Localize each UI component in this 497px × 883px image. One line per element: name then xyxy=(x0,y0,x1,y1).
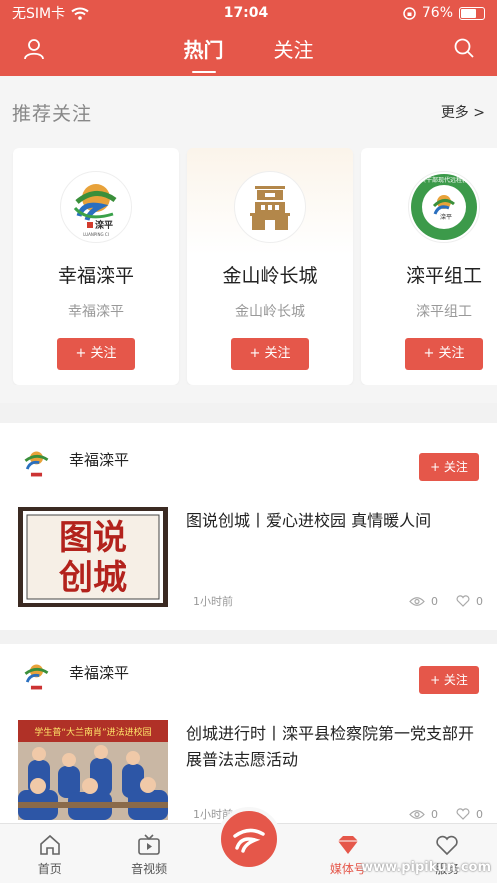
article-thumbnail: 图说 创城 xyxy=(18,507,168,607)
more-link[interactable]: 更多 > xyxy=(441,102,485,122)
like-count: 0 xyxy=(476,807,483,821)
heart-icon xyxy=(456,595,470,607)
author-name: 幸福滦平 xyxy=(69,451,130,469)
logo-text: 滦平 xyxy=(95,219,113,231)
thumb-text-2: 创城 xyxy=(58,558,127,598)
feed-item[interactable]: 幸福滦平 + 关注 图说 创城 图说创城丨爱心进校园 真情暖人间 1小时前 0 … xyxy=(0,423,497,630)
follow-button[interactable]: + 关注 xyxy=(419,666,479,694)
great-wall-logo xyxy=(234,171,306,243)
feed-author[interactable]: 幸福滦平 xyxy=(18,445,129,482)
logo-text: 滦平 xyxy=(440,213,452,221)
follow-button[interactable]: + 关注 xyxy=(57,338,135,370)
tab-label: 首页 xyxy=(37,862,62,876)
like-stat[interactable]: 0 xyxy=(456,808,483,821)
tab-label: 音视频 xyxy=(131,862,168,876)
eye-icon xyxy=(409,809,425,819)
status-bar: 无SIM卡 17:04 76% xyxy=(0,0,497,26)
recommend-title: 推荐关注 xyxy=(12,102,93,125)
card-subtitle: 金山岭长城 xyxy=(235,304,305,320)
follow-button[interactable]: + 关注 xyxy=(419,453,479,481)
carrier-label: 无SIM卡 xyxy=(12,6,66,22)
follow-button[interactable]: + 关注 xyxy=(231,338,309,370)
tab-home[interactable]: 首页 xyxy=(0,824,99,883)
recommend-card[interactable]: 党员干部现代远程教育 滦平 滦平组工 滦平组工 + 关注 xyxy=(361,148,497,385)
diamond-icon xyxy=(337,836,358,854)
app-logo-icon xyxy=(232,828,265,853)
header-nav: 热门 关注 xyxy=(0,26,497,76)
article-meta: 1小时前 0 0 xyxy=(193,593,483,609)
author-avatar xyxy=(24,664,49,690)
tv-icon xyxy=(138,834,160,855)
thumb-banner-text: 学生普“大兰南肖”进法进校园 xyxy=(34,726,151,738)
thumb-text-1: 图说 xyxy=(59,518,127,558)
feed-author[interactable]: 幸福滦平 xyxy=(18,658,129,695)
follow-button[interactable]: + 关注 xyxy=(405,338,483,370)
recommend-cards: 滦平 LUANPING CI 幸福滦平 幸福滦平 + 关注 金山岭长城 金山岭长… xyxy=(0,148,497,385)
card-name: 幸福滦平 xyxy=(57,265,134,287)
luanping-logo: 滦平 LUANPING CI xyxy=(60,171,132,243)
user-icon[interactable] xyxy=(22,37,46,61)
wifi-icon xyxy=(71,7,89,20)
article-time: 1小时前 xyxy=(193,595,233,608)
card-name: 滦平组工 xyxy=(405,265,482,287)
like-stat[interactable]: 0 xyxy=(456,595,483,608)
top-bar: 无SIM卡 17:04 76% 热门 关注 xyxy=(0,0,497,76)
recommend-card[interactable]: 金山岭长城 金山岭长城 + 关注 xyxy=(187,148,353,385)
logo-ring-text: 党员干部现代远程教育 xyxy=(414,176,474,184)
recommend-card[interactable]: 滦平 LUANPING CI 幸福滦平 幸福滦平 + 关注 xyxy=(13,148,179,385)
article-title[interactable]: 创城进行时丨滦平县检察院第一党支部开展普法志愿活动 xyxy=(186,721,483,773)
tab-hot[interactable]: 热门 xyxy=(184,34,224,69)
center-logo-button[interactable] xyxy=(216,807,281,871)
like-count: 0 xyxy=(476,594,483,608)
recommend-section: 推荐关注 更多 > 滦平 LUANPING CI 幸福滦平 幸福滦平 + 关注 xyxy=(0,76,497,403)
card-name: 金山岭长城 xyxy=(222,265,318,287)
orientation-lock-icon xyxy=(403,6,416,20)
party-education-logo: 党员干部现代远程教育 滦平 xyxy=(408,171,480,243)
logo-subtext: LUANPING CI xyxy=(83,232,109,237)
author-name: 幸福滦平 xyxy=(69,664,130,682)
search-icon[interactable] xyxy=(453,37,475,59)
battery-percent: 76% xyxy=(421,5,453,21)
status-time: 17:04 xyxy=(223,5,269,21)
heart-icon xyxy=(456,808,470,820)
service-heart-icon xyxy=(436,835,459,856)
battery-icon xyxy=(459,6,485,20)
tab-follow[interactable]: 关注 xyxy=(274,34,314,69)
view-count: 0 xyxy=(431,807,438,821)
card-subtitle: 滦平组工 xyxy=(416,304,472,320)
card-subtitle: 幸福滦平 xyxy=(68,304,124,320)
view-count: 0 xyxy=(431,594,438,608)
article-title[interactable]: 图说创城丨爱心进校园 真情暖人间 xyxy=(186,508,483,534)
home-icon xyxy=(39,834,60,855)
tab-video[interactable]: 音视频 xyxy=(99,824,198,883)
author-avatar xyxy=(24,451,49,477)
watermark: www.pipikun.com xyxy=(361,860,491,875)
eye-icon xyxy=(409,596,425,606)
article-thumbnail: 学生普“大兰南肖”进法进校园 xyxy=(18,720,168,820)
